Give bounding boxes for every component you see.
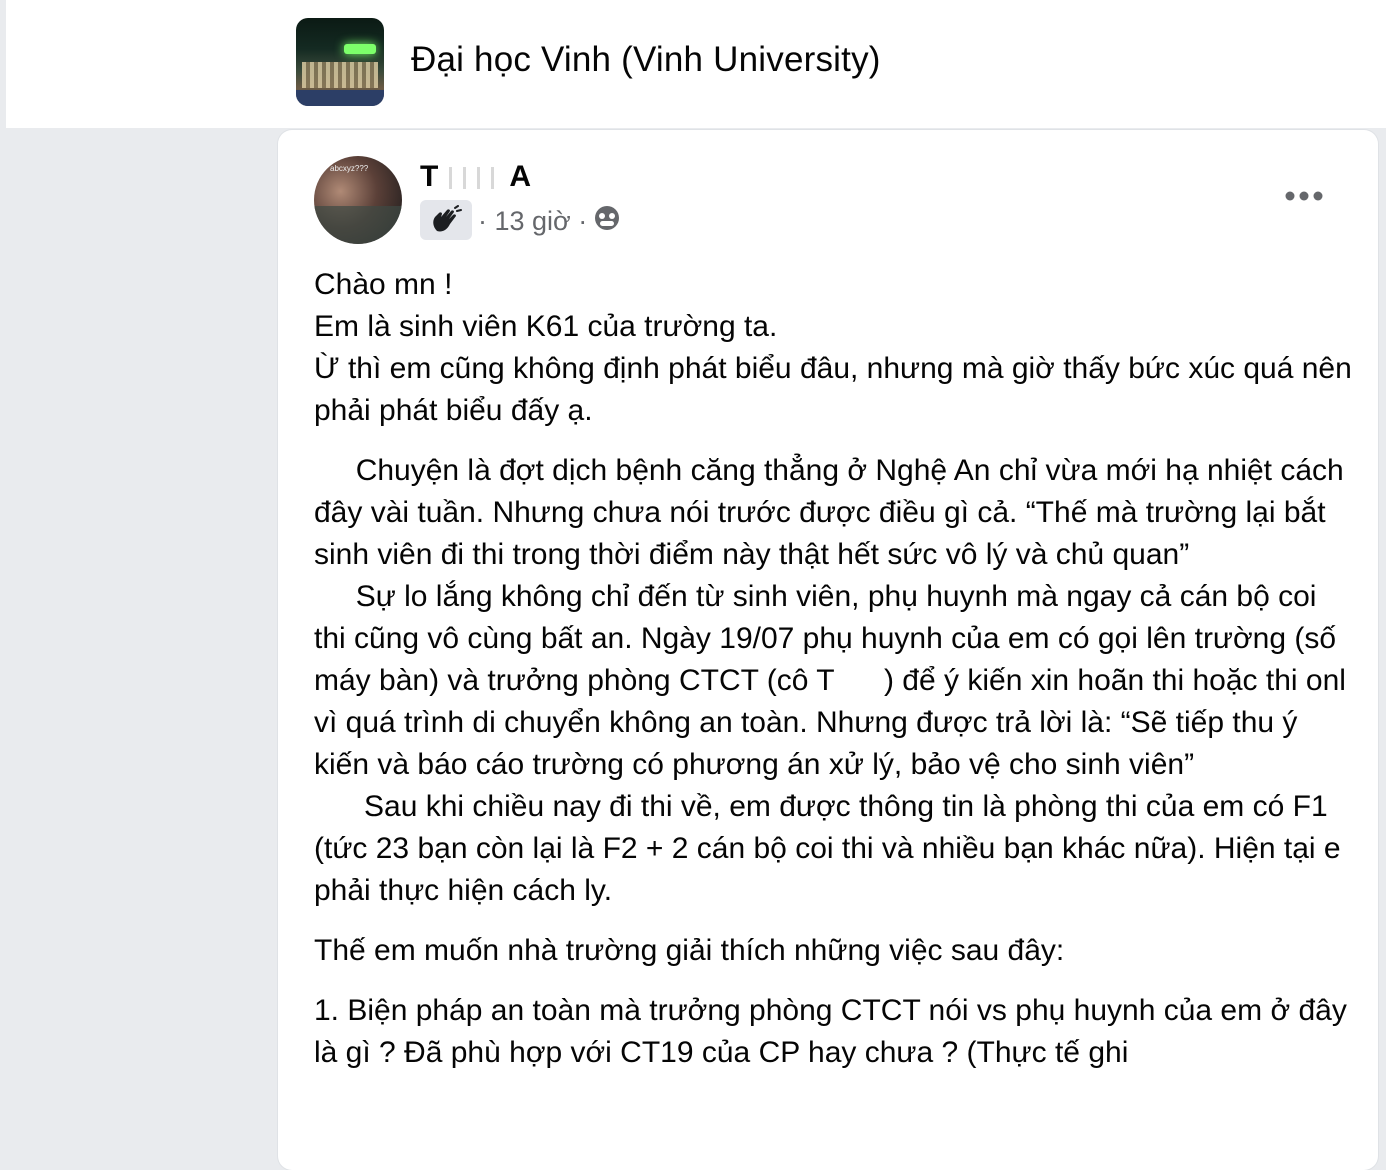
post-paragraph: Thế em muốn nhà trường giải thích những … [314,934,1065,967]
group-name[interactable]: Đại học Vinh (Vinh University) [411,40,881,80]
post-time[interactable]: · 13 giờ · [478,206,587,237]
author-name-end: A [509,160,532,193]
author-name[interactable]: TA [420,160,532,194]
post-body: Chào mn ! Em là sinh viên K61 của trường… [314,264,1354,1074]
author-name-start: T [420,160,440,193]
group-avatar-building [302,62,378,88]
waving-hand-badge-icon[interactable] [420,200,472,240]
name-redaction [443,167,506,190]
avatar-overlay-text: abcxyz??? [330,164,369,173]
group-avatar[interactable] [296,18,384,106]
more-options-button[interactable] [1278,176,1330,216]
author-avatar[interactable]: abcxyz??? [314,156,402,244]
waving-hand-icon [433,205,462,232]
post-card: abcxyz??? TA · 13 giờ · Chào mn ! Em là … [278,130,1378,1170]
more-options-icon [1285,191,1323,201]
group-avatar-road [296,90,384,106]
post-paragraph: Chuyện là đợt dịch bệnh căng thẳng ở Ngh… [314,454,1346,907]
post-paragraph: Chào mn ! Em là sinh viên K61 của trường… [314,268,1352,427]
group-privacy-icon [593,204,621,239]
post-meta: · 13 giờ · [478,204,621,239]
avatar-shade [314,206,402,244]
post-paragraph: 1. Biện pháp an toàn mà trưởng phòng CTC… [314,994,1356,1069]
group-avatar-light [344,44,376,54]
